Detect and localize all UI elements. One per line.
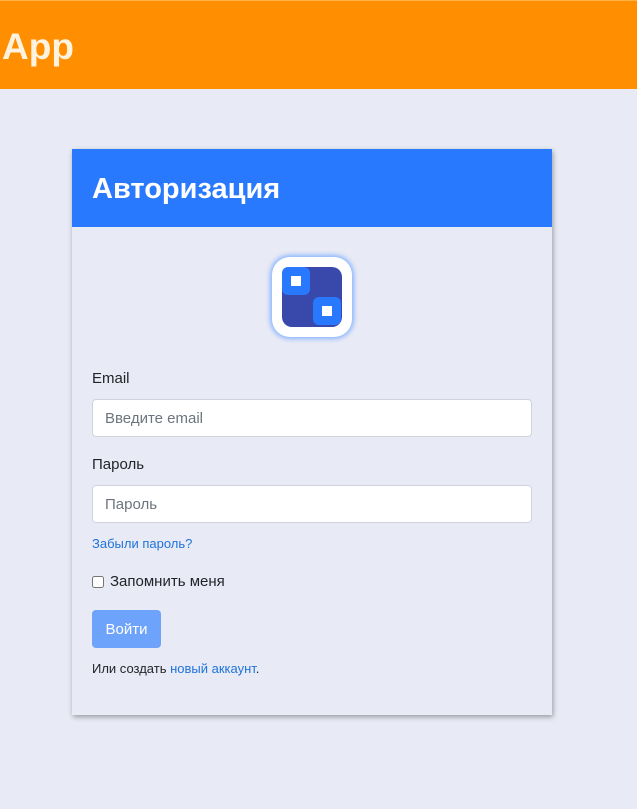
logo-dot: [291, 276, 301, 286]
signup-link[interactable]: новый аккаунт: [170, 661, 256, 676]
signup-prompt: Или создать новый аккаунт.: [92, 661, 259, 676]
remember-me-label: Запомнить меня: [110, 573, 225, 590]
password-label: Пароль: [92, 456, 145, 473]
app-title: App: [2, 26, 74, 67]
signup-prefix: Или создать: [92, 661, 171, 676]
logo-background: [282, 267, 342, 327]
remember-me-row[interactable]: Запомнить меня: [92, 573, 225, 590]
logo-square-top-left: [282, 267, 310, 295]
app-logo-icon: [272, 257, 352, 337]
app-header-bar: App: [0, 0, 637, 89]
login-button[interactable]: Войти: [92, 610, 161, 648]
login-card-header: Авторизация: [72, 149, 552, 227]
forgot-password-link[interactable]: Забыли пароль?: [92, 536, 192, 551]
logo-dot: [322, 306, 332, 316]
logo-square-bottom-right: [313, 297, 341, 325]
signup-suffix: .: [255, 661, 260, 676]
email-label: Email: [92, 370, 130, 387]
login-title: Авторизация: [92, 173, 281, 205]
login-card: Авторизация Email Пароль Забыли пароль? …: [72, 149, 552, 715]
remember-me-checkbox[interactable]: [92, 575, 104, 588]
password-field[interactable]: [92, 485, 532, 523]
email-field[interactable]: [92, 399, 532, 437]
